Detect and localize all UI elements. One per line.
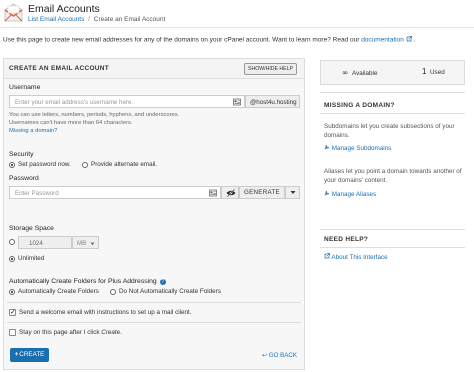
available-label: Available (352, 70, 378, 77)
domain-select[interactable]: @host4u.hosting (245, 95, 300, 108)
need-help-title: NEED HELP? (324, 236, 369, 243)
storage-quota-input[interactable]: 1024 (18, 236, 72, 249)
sidebar-divider-3 (320, 229, 465, 230)
email-quota-summary: ∞ Available 1 Used (320, 60, 465, 85)
wrench-icon (324, 191, 330, 198)
page-title: Email Accounts (28, 3, 100, 15)
generate-password-button[interactable]: GENERATE (239, 186, 285, 199)
auto-create-folders-label: Automatically Create Folders (18, 288, 99, 295)
plus-addressing-text: Automatically Create Folders for Plus Ad… (9, 278, 157, 285)
stay-on-page-create-text: Create (101, 329, 121, 336)
documentation-link[interactable]: documentation (361, 37, 404, 44)
sidebar-divider-1 (320, 92, 465, 93)
stay-on-page-label: Stay on this page after I click Create. (19, 329, 122, 336)
alternate-email-radio[interactable] (82, 162, 88, 168)
missing-domain-link[interactable]: Missing a domain? (9, 127, 57, 135)
alternate-email-label: Provide alternate email. (91, 161, 158, 168)
breadcrumb-current: Create an Email Account (93, 16, 166, 23)
storage-unit-select[interactable]: MB (72, 236, 99, 249)
create-button-label: CREATE (19, 351, 45, 358)
breadcrumb: List Email Accounts / Create an Email Ac… (28, 16, 165, 23)
manage-subdomains-link[interactable]: Manage Subdomains (324, 144, 391, 152)
caret-down-icon (290, 190, 296, 197)
external-link-icon (406, 36, 412, 42)
unlimited-storage-label: Unlimited (18, 255, 45, 262)
toggle-visibility-button[interactable] (221, 186, 239, 199)
panel-header: CREATE AN EMAIL ACCOUNT SHOW/HIDE HELP (4, 59, 304, 79)
question-mark-icon[interactable]: ? (159, 279, 166, 285)
password-manager-icon (209, 189, 217, 199)
used-label: Used (430, 69, 445, 76)
password-label: Password (9, 175, 39, 182)
username-input[interactable]: Enter your email address's username here… (9, 95, 245, 108)
show-hide-help-button[interactable]: SHOW/HIDE HELP (244, 63, 297, 75)
email-accounts-icon (3, 3, 24, 23)
manage-aliases-link[interactable]: Manage Aliases (324, 190, 376, 198)
divider-2 (7, 322, 301, 323)
go-back-arrow-icon: ↩ (262, 352, 268, 359)
header-divider (0, 27, 474, 28)
no-auto-create-folders-radio[interactable] (110, 289, 116, 295)
external-link-icon (324, 253, 330, 261)
breadcrumb-list-email-accounts[interactable]: List Email Accounts (28, 16, 84, 23)
plus-addressing-label: Automatically Create Folders for Plus Ad… (9, 278, 166, 285)
security-label: Security (9, 151, 34, 158)
unlimited-storage-radio[interactable] (9, 256, 15, 262)
password-placeholder: Enter Password (15, 190, 59, 197)
username-help-1: You can use letters, numbers, periods, h… (9, 112, 180, 118)
welcome-email-checkbox[interactable] (9, 308, 16, 316)
subdomains-text: Subdomains let you create subsections of… (324, 123, 455, 139)
username-placeholder: Enter your email address's username here… (15, 99, 134, 106)
username-label: Username (9, 84, 41, 91)
stay-on-page-checkbox[interactable] (9, 329, 16, 336)
go-back-label: GO BACK (268, 352, 297, 359)
go-back-link[interactable]: ↩ GO BACK (262, 352, 297, 359)
about-interface-link[interactable]: About This Interface (324, 253, 388, 261)
create-email-panel: CREATE AN EMAIL ACCOUNT SHOW/HIDE HELP U… (3, 58, 305, 370)
intro-text: Use this page to create new email addres… (3, 36, 416, 44)
contact-card-icon (233, 98, 241, 108)
manage-aliases-label: Manage Aliases (331, 191, 377, 198)
eye-slash-icon (226, 189, 236, 197)
about-interface-label: About This Interface (331, 254, 388, 261)
select-arrow-icon (90, 241, 95, 248)
used-count: 1 (422, 67, 427, 76)
infinity-icon: ∞ (342, 68, 349, 77)
storage-quota-value: 1024 (29, 240, 43, 247)
panel-title: CREATE AN EMAIL ACCOUNT (9, 65, 110, 72)
storage-space-label: Storage Space (9, 225, 54, 232)
generate-options-dropdown[interactable] (285, 186, 300, 199)
set-password-label: Set password now. (18, 161, 71, 168)
stay-on-page-text: Stay on this page after I click (19, 329, 100, 336)
set-password-radio[interactable] (9, 162, 15, 168)
divider-1 (7, 302, 301, 303)
create-button[interactable]: +CREATE (10, 348, 49, 362)
aliases-text: Aliases let you point a domain towards a… (324, 168, 462, 184)
plus-icon: + (14, 351, 19, 358)
username-help-2: Usernames can't have more than 64 charac… (9, 120, 133, 126)
password-input[interactable]: Enter Password (9, 186, 221, 199)
welcome-email-label: Send a welcome email with instructions t… (19, 309, 192, 316)
storage-unit-label: MB (77, 240, 87, 247)
missing-domain-title: MISSING A DOMAIN? (324, 102, 395, 109)
no-auto-create-folders-label: Do Not Automatically Create Folders (119, 288, 221, 295)
wrench-icon (324, 145, 330, 152)
manage-subdomains-label: Manage Subdomains (331, 145, 392, 152)
sidebar-divider-4 (320, 247, 465, 248)
breadcrumb-separator: / (88, 16, 90, 23)
intro-sentence: Use this page to create new email addres… (3, 36, 360, 44)
storage-quota-radio[interactable] (9, 239, 15, 245)
auto-create-folders-radio[interactable] (9, 289, 15, 295)
stay-on-page-period: . (120, 329, 122, 336)
sidebar-divider-2 (320, 113, 465, 114)
